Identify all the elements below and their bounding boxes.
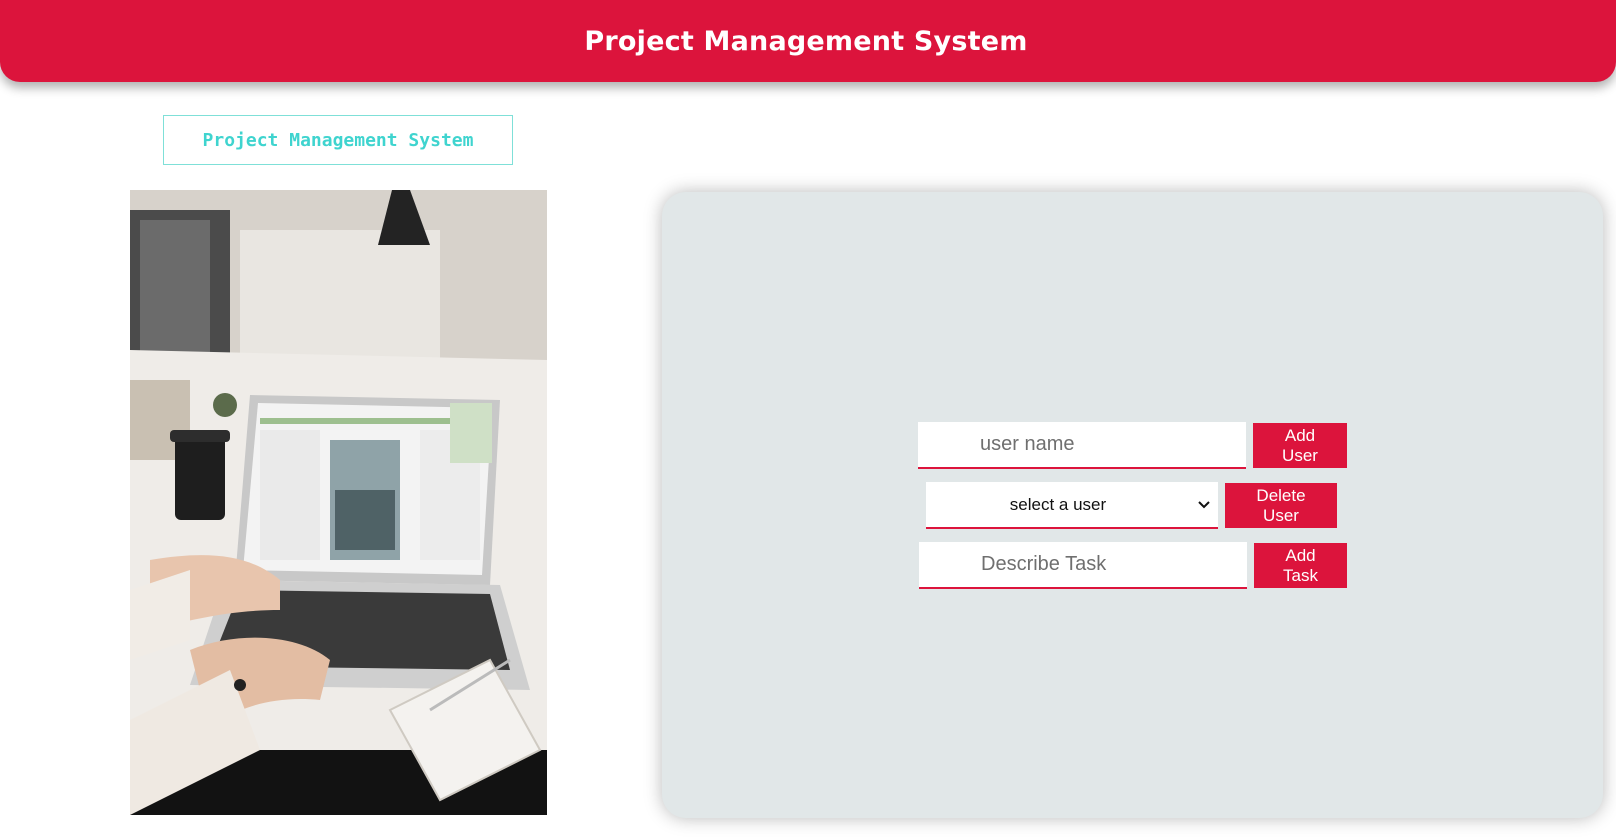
chevron-down-icon xyxy=(1190,500,1218,509)
side-title-text: Project Management System xyxy=(202,129,474,151)
delete-user-row: select a user Delete User xyxy=(926,482,1337,529)
add-user-button[interactable]: Add User xyxy=(1253,423,1347,468)
user-select-value: select a user xyxy=(1009,494,1107,514)
add-user-row: Add User xyxy=(918,422,1347,469)
add-task-button[interactable]: Add Task xyxy=(1254,543,1347,588)
side-title-box: Project Management System xyxy=(163,115,513,165)
user-name-input[interactable] xyxy=(918,422,1246,469)
app-header: Project Management System xyxy=(0,0,1616,82)
form-panel: Add User select a user Delete User Add T… xyxy=(662,192,1603,818)
page-title: Project Management System xyxy=(584,25,1028,57)
laptop-photo xyxy=(130,190,547,815)
add-task-row: Add Task xyxy=(919,542,1347,589)
user-select[interactable]: select a user xyxy=(926,482,1218,529)
delete-user-button[interactable]: Delete User xyxy=(1225,483,1337,528)
task-description-input[interactable] xyxy=(919,542,1247,589)
